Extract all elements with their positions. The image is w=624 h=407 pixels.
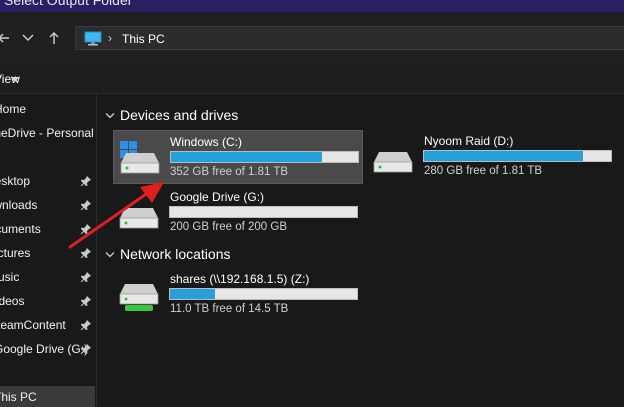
sidebar-item-google-drive[interactable]: Google Drive (G:) — [0, 338, 95, 360]
breadcrumb[interactable]: This PC — [122, 32, 165, 46]
drive-free-space: 352 GB free of 1.81 TB — [170, 166, 289, 178]
chevron-down-icon[interactable] — [11, 77, 19, 82]
section-title: Devices and drives — [120, 107, 239, 123]
capacity-bar-fill — [424, 151, 583, 161]
drive-name: Nyoom Raid (D:) — [424, 134, 514, 148]
capacity-bar — [169, 206, 358, 218]
pin-icon[interactable] — [80, 319, 92, 331]
navigation-bar: › This PC — [0, 12, 624, 64]
sidebar-item-label: Google Drive (G:) — [0, 342, 89, 356]
capacity-bar-fill — [171, 152, 323, 162]
sidebar-item-label: Videos — [0, 294, 25, 308]
sidebar-item-label: Music — [0, 270, 20, 284]
drive-name: shares (\\192.168.1.5) (Z:) — [170, 272, 310, 286]
capacity-bar-fill — [170, 289, 215, 299]
window-title: Select Output Folder — [4, 0, 133, 8]
drive-free-space: 280 GB free of 1.81 TB — [424, 165, 543, 177]
sidebar-item-label: OneDrive - Personal — [0, 126, 94, 140]
drive-name: Google Drive (G:) — [170, 190, 265, 204]
monitor-icon — [84, 31, 102, 49]
pin-icon[interactable] — [80, 271, 92, 283]
annotation-arrow-icon — [68, 182, 164, 249]
sidebar-item-label: SteamContent — [0, 318, 66, 332]
pin-icon[interactable] — [80, 295, 92, 307]
chevron-down-icon[interactable] — [105, 112, 115, 120]
chevron-right-icon: › — [108, 31, 112, 45]
sidebar-item-home[interactable]: Home — [0, 98, 95, 120]
pin-icon[interactable] — [80, 343, 92, 355]
drive-name: Windows (C:) — [170, 135, 243, 149]
up-arrow-icon[interactable] — [44, 28, 64, 48]
forward-arrow-icon[interactable] — [18, 28, 38, 48]
drive-free-space: 200 GB free of 200 GB — [170, 221, 287, 233]
sidebar-item-label: Desktop — [0, 174, 31, 188]
sidebar-item-label: Documents — [0, 222, 41, 236]
back-arrow-icon[interactable] — [0, 28, 14, 48]
sidebar-item-music[interactable]: Music — [0, 266, 95, 288]
sidebar-item-label: Pictures — [0, 246, 31, 260]
drive-nyoom-raid-d[interactable]: Nyoom Raid (D:) 280 GB free of 1.81 TB — [367, 130, 617, 184]
capacity-bar — [170, 151, 359, 163]
drive-free-space: 11.0 TB free of 14.5 TB — [170, 303, 289, 315]
network-drive-icon — [119, 284, 159, 311]
address-bar[interactable]: › This PC — [75, 26, 624, 50]
sidebar-item-videos[interactable]: Videos — [0, 290, 95, 312]
sidebar-item-steamcontent[interactable]: SteamContent — [0, 314, 95, 336]
sidebar-item-label: Downloads — [0, 198, 38, 212]
sidebar-item-label: This PC — [0, 390, 37, 404]
capacity-bar — [423, 150, 612, 162]
sidebar-item-label: Home — [0, 102, 27, 116]
sidebar-item-this-pc[interactable]: This PC — [0, 386, 95, 407]
capacity-bar — [169, 288, 358, 300]
sidebar-item-onedrive[interactable]: OneDrive - Personal — [0, 122, 95, 144]
content-pane: Devices and drives Windows (C:) 352 GB f… — [97, 94, 624, 407]
hard-drive-icon — [373, 152, 413, 173]
title-bar: Select Output Folder — [0, 0, 624, 12]
drive-shares-z[interactable]: shares (\\192.168.1.5) (Z:) 11.0 TB free… — [113, 268, 363, 322]
windows-drive-icon — [120, 141, 160, 174]
section-devices-and-drives[interactable]: Devices and drives — [105, 107, 305, 127]
toolbar: View — [0, 64, 624, 94]
